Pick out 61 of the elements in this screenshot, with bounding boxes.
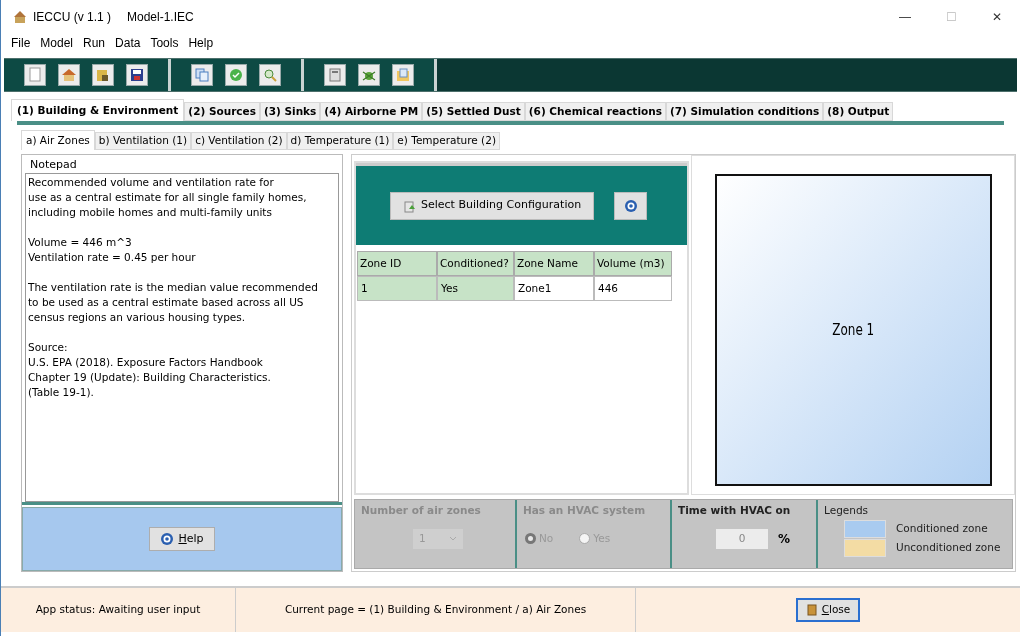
window-title: IECCU (v 1.1 )	[33, 8, 111, 26]
copy-icon	[193, 66, 211, 84]
column-header: Zone Name	[514, 251, 594, 276]
group-title: Has an HVAC system	[523, 503, 647, 519]
file-name: Model-1.IEC	[127, 8, 194, 26]
legend-label: Unconditioned zone	[896, 540, 1001, 556]
door-icon	[805, 604, 818, 616]
table-cell: Yes	[437, 276, 514, 301]
column-header: Volume (m3)	[594, 251, 672, 276]
tab[interactable]: (5) Settled Dust	[422, 102, 525, 121]
select-configuration-button[interactable]: Select Building Configuration	[390, 191, 595, 220]
tab[interactable]: (7) Simulation conditions	[665, 102, 824, 121]
table-cell[interactable]: 446	[594, 276, 672, 301]
table-cell[interactable]: Zone1	[514, 276, 594, 301]
notepad-text-area[interactable]: Recommended volume and ventilation rate for use as a central estimate for all single family homes, including mobile homes and multi-family units Volume = 446 m^3 Ventilation rate = 0.45 per hour The ventilation rate is the median value recommended to be used as a central estimate based across all US census regions an various housing types. Source: U.S. EPA (2018). Exposure Factors Handbook Chapter 19 (Update): Building Characteristics. (Table 19-1).	[25, 173, 339, 502]
chevron-down-icon	[449, 536, 457, 543]
search-icon	[261, 66, 279, 84]
sub-tab[interactable]: a) Air Zones	[21, 130, 95, 150]
menu-item[interactable]: Data	[111, 34, 145, 52]
home-icon	[60, 66, 78, 84]
help-button[interactable]	[614, 191, 648, 220]
menu-item[interactable]: File	[7, 34, 35, 52]
menu-item[interactable]: Model	[36, 34, 78, 52]
app-icon	[13, 9, 27, 24]
legend-label: Conditioned zone	[896, 521, 988, 537]
group-title: Number of air zones	[361, 503, 482, 519]
menu-item[interactable]: Run	[79, 34, 110, 52]
tab[interactable]: (1) Building & Environment	[11, 99, 185, 121]
close-button[interactable]: ✕	[974, 1, 1020, 32]
group-title: Legends	[824, 503, 870, 519]
current-page-text: Current page = (1) Building & Environment / a) Air Zones	[236, 588, 636, 632]
unit-label: %	[778, 531, 791, 549]
tab[interactable]: (4) Airborne PM	[320, 102, 423, 121]
sub-tab[interactable]: b) Ventilation (1)	[94, 132, 192, 150]
check-icon	[227, 66, 245, 84]
tab[interactable]: (3) Sinks	[259, 102, 321, 121]
column-header: Conditioned?	[437, 251, 514, 276]
status-text: App status: Awaiting user input	[1, 588, 236, 632]
folder-open-icon	[394, 66, 412, 84]
calculator-icon	[326, 66, 344, 84]
zone-label: Zone 1	[832, 319, 874, 341]
save-icon	[128, 66, 146, 84]
page-icon	[26, 66, 44, 84]
tab[interactable]: (6) Chemical reactions	[524, 102, 666, 121]
sub-tab[interactable]: d) Temperature (1)	[286, 132, 394, 150]
minimize-button[interactable]: —	[882, 1, 928, 32]
help-button[interactable]: Help	[149, 527, 215, 551]
sub-tab[interactable]: c) Ventilation (2)	[191, 132, 287, 150]
close-app-button[interactable]: Close	[795, 598, 861, 622]
menu-item[interactable]: Tools	[146, 34, 183, 52]
notepad-title: Notepad	[29, 157, 78, 173]
tab[interactable]: (2) Sources	[184, 102, 260, 121]
column-header: Zone ID	[357, 251, 437, 276]
group-title: Time with HVAC on	[678, 503, 792, 519]
sub-tab[interactable]: e) Temperature (2)	[393, 132, 500, 150]
menu-item[interactable]: Help	[184, 34, 218, 52]
tab[interactable]: (8) Output	[823, 102, 894, 121]
toolbar-button[interactable]	[92, 64, 114, 86]
table-cell: 1	[357, 276, 437, 301]
document-icon	[403, 198, 417, 213]
toolbar-button[interactable]	[126, 64, 148, 86]
